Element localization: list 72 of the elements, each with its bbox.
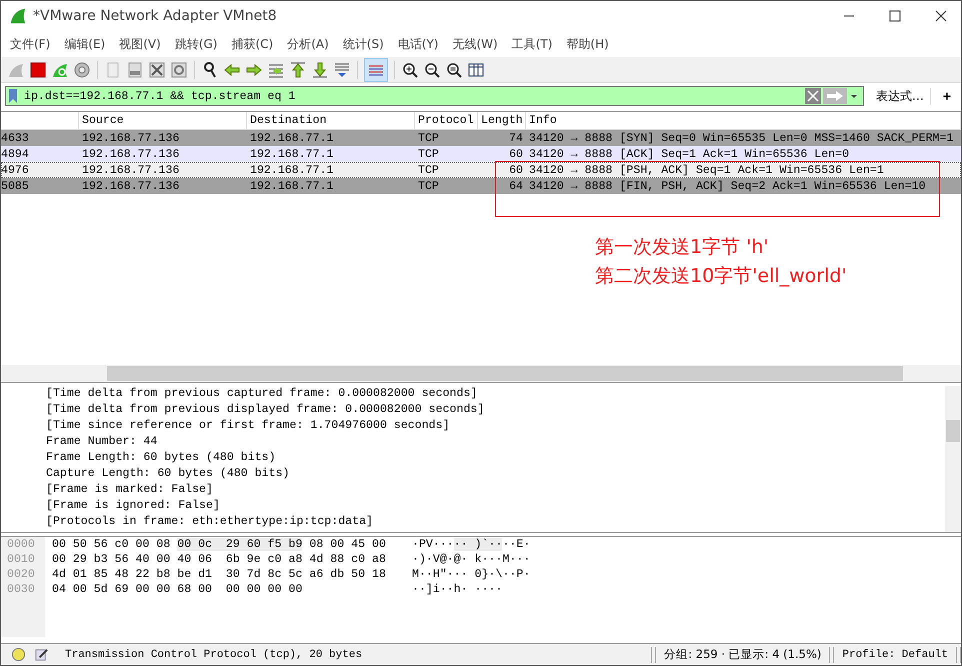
binary-file-icon[interactable] bbox=[126, 60, 144, 78]
close-file-icon[interactable] bbox=[148, 60, 166, 78]
zoom-reset-icon[interactable] bbox=[445, 60, 463, 78]
hex-offset: 0010 bbox=[7, 552, 36, 567]
bookmark-icon[interactable] bbox=[8, 88, 18, 104]
hex-bytes: 04 00 5d 69 00 00 68 00 00 00 00 00 bbox=[52, 582, 304, 597]
packet-row[interactable]: 4633 192.168.77.136 192.168.77.1 TCP 74 34120 → 8888 [SYN] Seq=0 Win=65535 Len=0 MSS=1460 SACK_PERM=1 bbox=[1, 130, 961, 146]
horizontal-scrollbar[interactable] bbox=[1, 365, 961, 382]
detail-line[interactable]: [Time since reference or first frame: 1.704976000 seconds] bbox=[46, 418, 945, 434]
packet-row[interactable]: 4976 192.168.77.136 192.168.77.1 TCP 60 34120 → 8888 [PSH, ACK] Seq=1 Ack=1 Win=65536 Len=1 bbox=[1, 162, 961, 178]
hex-offset: 0000 bbox=[7, 537, 36, 552]
colorize-icon[interactable] bbox=[364, 58, 388, 82]
detail-line[interactable]: [Time delta from previous displayed frame: 0.000082000 seconds] bbox=[46, 402, 945, 418]
detail-line[interactable]: [Frame is marked: False] bbox=[46, 482, 945, 498]
hex-offset: 0020 bbox=[7, 567, 36, 582]
column-header[interactable]: Info bbox=[526, 112, 961, 129]
clear-icon[interactable] bbox=[804, 88, 821, 104]
stop-icon[interactable] bbox=[29, 60, 47, 78]
menu-item[interactable]: 分析(A) bbox=[287, 36, 329, 52]
menu-item[interactable]: 电话(Y) bbox=[398, 36, 438, 52]
shark-fin-logo-icon bbox=[9, 7, 27, 25]
menu-item[interactable]: 捕获(C) bbox=[231, 36, 274, 52]
add-filter-button[interactable]: + bbox=[936, 88, 957, 104]
detail-line[interactable]: [Time delta from previous captured frame: 0.000082000 seconds] bbox=[46, 386, 945, 402]
close-icon[interactable] bbox=[935, 10, 947, 22]
menu-item[interactable]: 编辑(E) bbox=[64, 36, 106, 52]
hex-bytes: 00 50 56 c0 00 08 00 0c 29 60 f5 b9 08 00 45 00 bbox=[52, 537, 387, 552]
packet-row[interactable]: 4894 192.168.77.136 192.168.77.1 TCP 60 34120 → 8888 [ACK] Seq=1 Ack=1 Win=65536 Len=0 bbox=[1, 146, 961, 162]
column-header[interactable]: Length bbox=[478, 112, 526, 129]
detail-line[interactable]: Capture Length: 60 bytes (480 bits) bbox=[46, 466, 945, 482]
profile-text[interactable]: Profile: Default bbox=[842, 648, 948, 660]
menu-item[interactable]: 统计(S) bbox=[342, 36, 384, 52]
down-arrow-icon[interactable] bbox=[311, 60, 329, 78]
up-arrow-icon[interactable] bbox=[289, 60, 307, 78]
column-header[interactable]: Destination bbox=[247, 112, 415, 129]
autoscroll-icon[interactable] bbox=[333, 60, 351, 78]
menu-item[interactable]: 视图(V) bbox=[119, 36, 161, 52]
gear-icon[interactable] bbox=[73, 60, 91, 78]
menu-item[interactable]: 文件(F) bbox=[10, 36, 50, 52]
hex-bytes: 4d 01 85 48 22 b8 be d1 30 7d 8c 5c a6 db 50 18 bbox=[52, 567, 387, 582]
reload-icon[interactable] bbox=[170, 60, 188, 78]
menu-item[interactable]: 跳转(G) bbox=[174, 36, 218, 52]
packet-count-text: 分组: 259 · 已显示: 4 (1.5%) bbox=[664, 647, 822, 662]
packet-row[interactable]: 5085 192.168.77.136 192.168.77.1 TCP 64 34120 → 8888 [FIN, PSH, ACK] Seq=2 Ack=1 Win=65536 Len=10 bbox=[1, 178, 961, 194]
zoom-out-icon[interactable] bbox=[423, 60, 441, 78]
edit-note-icon[interactable] bbox=[34, 647, 49, 662]
vertical-scrollbar[interactable] bbox=[945, 386, 961, 532]
menu-item[interactable]: 无线(W) bbox=[452, 36, 498, 52]
ascii-text: ·PV····· )`····E· bbox=[412, 537, 532, 552]
hex-bytes: 00 29 b3 56 40 00 40 06 6b 9e c0 a8 4d 88 c0 a8 bbox=[52, 552, 387, 567]
detail-line[interactable]: Frame Number: 44 bbox=[46, 434, 945, 450]
detail-line[interactable]: [Protocols in frame: eth:ethertype:ip:tcp:data] bbox=[46, 514, 945, 530]
ascii-text: ·)·V@·@· k···M··· bbox=[412, 552, 532, 567]
annotation-text: 第一次发送1字节 'h' bbox=[595, 235, 770, 260]
status-circle-icon[interactable] bbox=[11, 647, 26, 662]
hex-offset: 0030 bbox=[7, 582, 36, 597]
expression-button[interactable]: 表达式… bbox=[870, 88, 931, 104]
display-filter-field[interactable]: ip.dst==192.168.77.1 && tcp.stream eq 1 bbox=[5, 86, 864, 106]
menu-item[interactable]: 帮助(H) bbox=[566, 36, 609, 52]
column-header[interactable]: Source bbox=[79, 112, 247, 129]
resize-columns-icon[interactable] bbox=[467, 60, 485, 78]
maximize-icon[interactable] bbox=[889, 10, 901, 22]
column-header[interactable]: Protocol bbox=[415, 112, 478, 129]
ascii-text: ··]i··h· ···· bbox=[412, 582, 504, 597]
detail-line[interactable]: [Frame is ignored: False] bbox=[46, 498, 945, 514]
zoom-in-icon[interactable] bbox=[401, 60, 419, 78]
window-title: *VMware Network Adapter VMnet8 bbox=[33, 8, 277, 24]
menu-item[interactable]: 工具(T) bbox=[512, 36, 552, 52]
field-info-text: Transmission Control Protocol (tcp), 20 bytes bbox=[64, 648, 364, 660]
ascii-text: M··H"··· 0}·\··P· bbox=[412, 567, 532, 582]
detail-line[interactable]: Frame Length: 60 bytes (480 bits) bbox=[46, 450, 945, 466]
annotation-text: 第二次发送10字节'ell_world' bbox=[595, 264, 847, 289]
